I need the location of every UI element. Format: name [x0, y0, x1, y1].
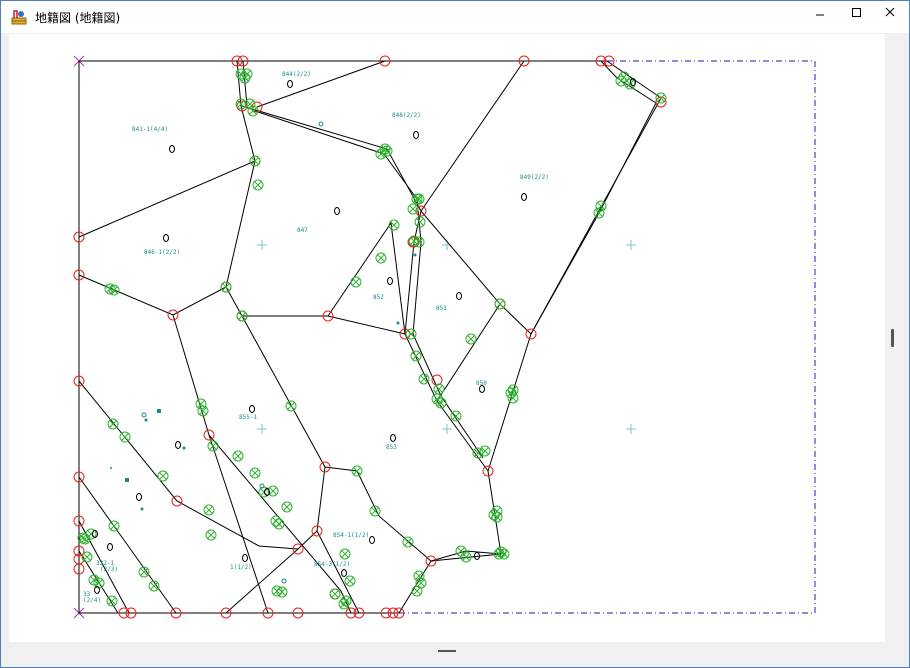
survey-point-cross: [109, 420, 117, 428]
survey-point-cross: [251, 469, 259, 477]
survey-point-cross: [331, 590, 339, 598]
maximize-icon: [852, 8, 861, 17]
parcel-label-841: 841-1(4/4): [132, 126, 168, 133]
parcel-label-851: 851: [436, 305, 447, 312]
survey-point-cross: [83, 553, 91, 561]
parcel-label-847: 847: [297, 227, 308, 234]
survey-point-cross: [467, 335, 475, 343]
maximize-button[interactable]: [838, 1, 874, 29]
survey-point-cross: [352, 278, 360, 286]
survey-point-cross: [121, 433, 129, 441]
parcel-label-848: 848(2/2): [392, 112, 421, 119]
minimize-icon: [816, 14, 824, 16]
survey-point-cross: [412, 352, 420, 360]
survey-point-cross: [251, 157, 259, 165]
parcel-label-33: 33: [83, 591, 91, 598]
survey-point-cross: [413, 587, 421, 595]
vertical-resize-grip[interactable]: [891, 329, 894, 347]
close-button[interactable]: [872, 1, 908, 29]
survey-point-cross: [404, 538, 412, 546]
parcel-label-844: 844(2/2): [282, 71, 311, 78]
app-window: 地籍図 (地籍図) 844(2/2) 848(2/2) 841-1(4/4) 8…: [0, 0, 910, 668]
survey-point-cross: [346, 577, 354, 585]
close-icon: [885, 7, 895, 17]
survey-point-cross: [341, 550, 349, 558]
survey-point-cross: [222, 283, 230, 291]
parcel-label-853: 853: [386, 444, 397, 451]
parcel-label-1: 1(1/2): [230, 564, 252, 571]
survey-point-cross: [234, 452, 242, 460]
survey-point-cross: [409, 205, 417, 213]
parcel-label-2-4: (2/4): [83, 597, 101, 604]
survey-point-cross: [269, 487, 277, 495]
survey-point-cross: [496, 300, 504, 308]
vertical-scrollbar[interactable]: [885, 34, 909, 642]
minimize-button[interactable]: [802, 1, 838, 29]
survey-point-cross: [377, 254, 385, 262]
parcel-labels: 844(2/2) 848(2/2) 841-1(4/4) 849(2/2) 84…: [83, 71, 549, 604]
survey-point-cross: [283, 503, 291, 511]
parcel-label-2-3: (2/3): [100, 566, 118, 573]
map-frame: [399, 60, 816, 614]
survey-point-cross: [457, 547, 465, 555]
survey-point-cross: [287, 402, 295, 410]
parcel-centroids: [92, 78, 636, 594]
parcel-label-846: 846-1(2/2): [144, 249, 180, 256]
cadastral-map-icon: [11, 10, 27, 25]
parcel-label-850: 850: [476, 380, 487, 387]
horizontal-resize-grip[interactable]: [438, 650, 456, 652]
parcel-label-855: 855-1: [239, 414, 257, 421]
parcel-label-854-3: 854-3(1/2): [314, 561, 350, 568]
parcel-label-854-1: 854-1(1/2): [333, 532, 369, 539]
survey-point-cross: [617, 77, 625, 85]
window-title: 地籍図 (地籍図): [35, 11, 121, 25]
cadastral-map[interactable]: 844(2/2) 848(2/2) 841-1(4/4) 849(2/2) 84…: [9, 34, 885, 642]
title-bar[interactable]: 地籍図 (地籍図): [1, 1, 909, 33]
survey-point-cross: [275, 520, 283, 528]
parcel-label-849: 849(2/2): [520, 174, 549, 181]
survey-point-cross: [254, 181, 262, 189]
horizontal-scrollbar[interactable]: [1, 642, 909, 667]
survey-point-cross: [207, 531, 215, 539]
survey-point-cross: [416, 218, 424, 226]
boundary-vertices: [73, 55, 667, 619]
map-canvas[interactable]: 844(2/2) 848(2/2) 841-1(4/4) 849(2/2) 84…: [9, 34, 885, 642]
parcel-boundaries: [78, 60, 662, 614]
survey-point-cross: [205, 506, 213, 514]
parcel-label-852: 852: [373, 294, 384, 301]
survey-point-cross: [110, 522, 118, 530]
survey-point-cross: [159, 472, 167, 480]
